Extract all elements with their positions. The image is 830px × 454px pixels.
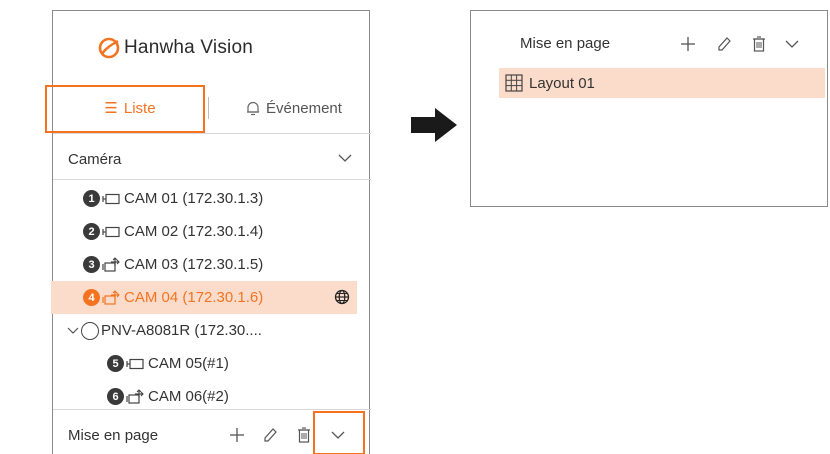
camera-number-badge: 6 — [107, 388, 124, 405]
camera-number-badge: 2 — [83, 223, 100, 240]
device-panel: Hanwha Vision ☰ Liste Événement Caméra 1 — [45, 10, 371, 454]
camera-section-header[interactable]: Caméra — [53, 141, 371, 177]
edit-layout-button[interactable] — [262, 426, 278, 444]
fixed-camera-icon — [126, 358, 144, 369]
tab-liste-label: Liste — [123, 99, 156, 117]
delete-layout-button[interactable] — [296, 426, 312, 444]
ptz-camera-icon — [102, 256, 120, 272]
camera-item-5[interactable]: 5 CAM 05(#1) — [53, 347, 371, 380]
camera-item-3[interactable]: 3 CAM 03 (172.30.1.5) — [53, 248, 371, 281]
group-device-icon — [81, 321, 99, 340]
globe-icon — [334, 289, 350, 305]
layout-panel: Mise en page Layout 01 — [470, 10, 828, 207]
camera-number-badge: 5 — [107, 355, 124, 372]
group-name: PNV-A8081R (172.30.... — [101, 322, 262, 339]
pencil-icon — [264, 428, 277, 442]
chevron-down-icon — [331, 431, 345, 439]
trash-icon — [753, 36, 765, 52]
layout-bar: Mise en page — [53, 417, 371, 454]
edit-layout-button[interactable] — [716, 35, 732, 53]
add-layout-button[interactable] — [679, 35, 697, 53]
arrow-right-icon — [411, 108, 457, 142]
divider — [53, 409, 371, 410]
brand-name: Hanwha Vision — [124, 37, 253, 58]
expand-layout-button[interactable] — [330, 426, 346, 444]
camera-number-badge: 1 — [83, 190, 100, 207]
tab-liste[interactable]: ☰ Liste — [53, 83, 207, 133]
trash-icon — [298, 427, 310, 443]
layout-bar-label: Mise en page — [68, 427, 159, 444]
divider — [53, 179, 371, 180]
chevron-down-icon — [785, 40, 799, 48]
group-item[interactable]: PNV-A8081R (172.30.... — [53, 314, 371, 347]
plus-icon — [230, 428, 244, 442]
camera-name: CAM 04 (172.30.1.6) — [124, 289, 264, 306]
pencil-icon — [718, 37, 731, 51]
add-layout-button[interactable] — [228, 426, 246, 444]
chevron-down-icon — [338, 154, 352, 162]
chevron-down-icon — [67, 327, 79, 334]
grid-icon — [505, 74, 523, 92]
tab-divider — [208, 97, 209, 119]
hanwha-logo-icon — [98, 37, 120, 59]
bell-icon — [247, 101, 260, 115]
tab-bar: ☰ Liste Événement — [53, 83, 371, 134]
fixed-camera-icon — [102, 226, 120, 237]
tab-evenement[interactable]: Événement — [219, 83, 369, 133]
layout-panel-label: Mise en page — [520, 35, 611, 52]
camera-name: CAM 05(#1) — [148, 355, 229, 372]
fixed-camera-icon — [102, 193, 120, 204]
camera-item-4[interactable]: 4 CAM 04 (172.30.1.6) — [51, 281, 357, 314]
camera-name: CAM 02 (172.30.1.4) — [124, 223, 264, 240]
camera-name: CAM 01 (172.30.1.3) — [124, 190, 264, 207]
camera-item-2[interactable]: 2 CAM 02 (172.30.1.4) — [53, 215, 371, 248]
tab-underline — [53, 133, 371, 134]
ptz-camera-icon — [126, 388, 144, 404]
camera-tree: 1 CAM 01 (172.30.1.3) 2 CAM 02 (172.30.1… — [51, 182, 371, 413]
camera-name: CAM 06(#2) — [148, 388, 229, 405]
camera-item-1[interactable]: 1 CAM 01 (172.30.1.3) — [53, 182, 371, 215]
hanwha-vision-logo: Hanwha Vision — [97, 35, 253, 61]
ptz-camera-icon — [102, 289, 120, 305]
camera-number-badge: 4 — [83, 289, 100, 306]
camera-section-label: Caméra — [68, 150, 122, 168]
delete-layout-button[interactable] — [751, 35, 767, 53]
tab-evenement-label: Événement — [266, 99, 342, 117]
camera-number-badge: 3 — [83, 256, 100, 273]
camera-name: CAM 03 (172.30.1.5) — [124, 256, 264, 273]
plus-icon — [681, 37, 695, 51]
layout-item[interactable]: Layout 01 — [499, 68, 825, 98]
collapse-layout-button[interactable] — [784, 35, 800, 53]
layout-name: Layout 01 — [529, 74, 595, 92]
list-icon: ☰ — [104, 100, 118, 117]
